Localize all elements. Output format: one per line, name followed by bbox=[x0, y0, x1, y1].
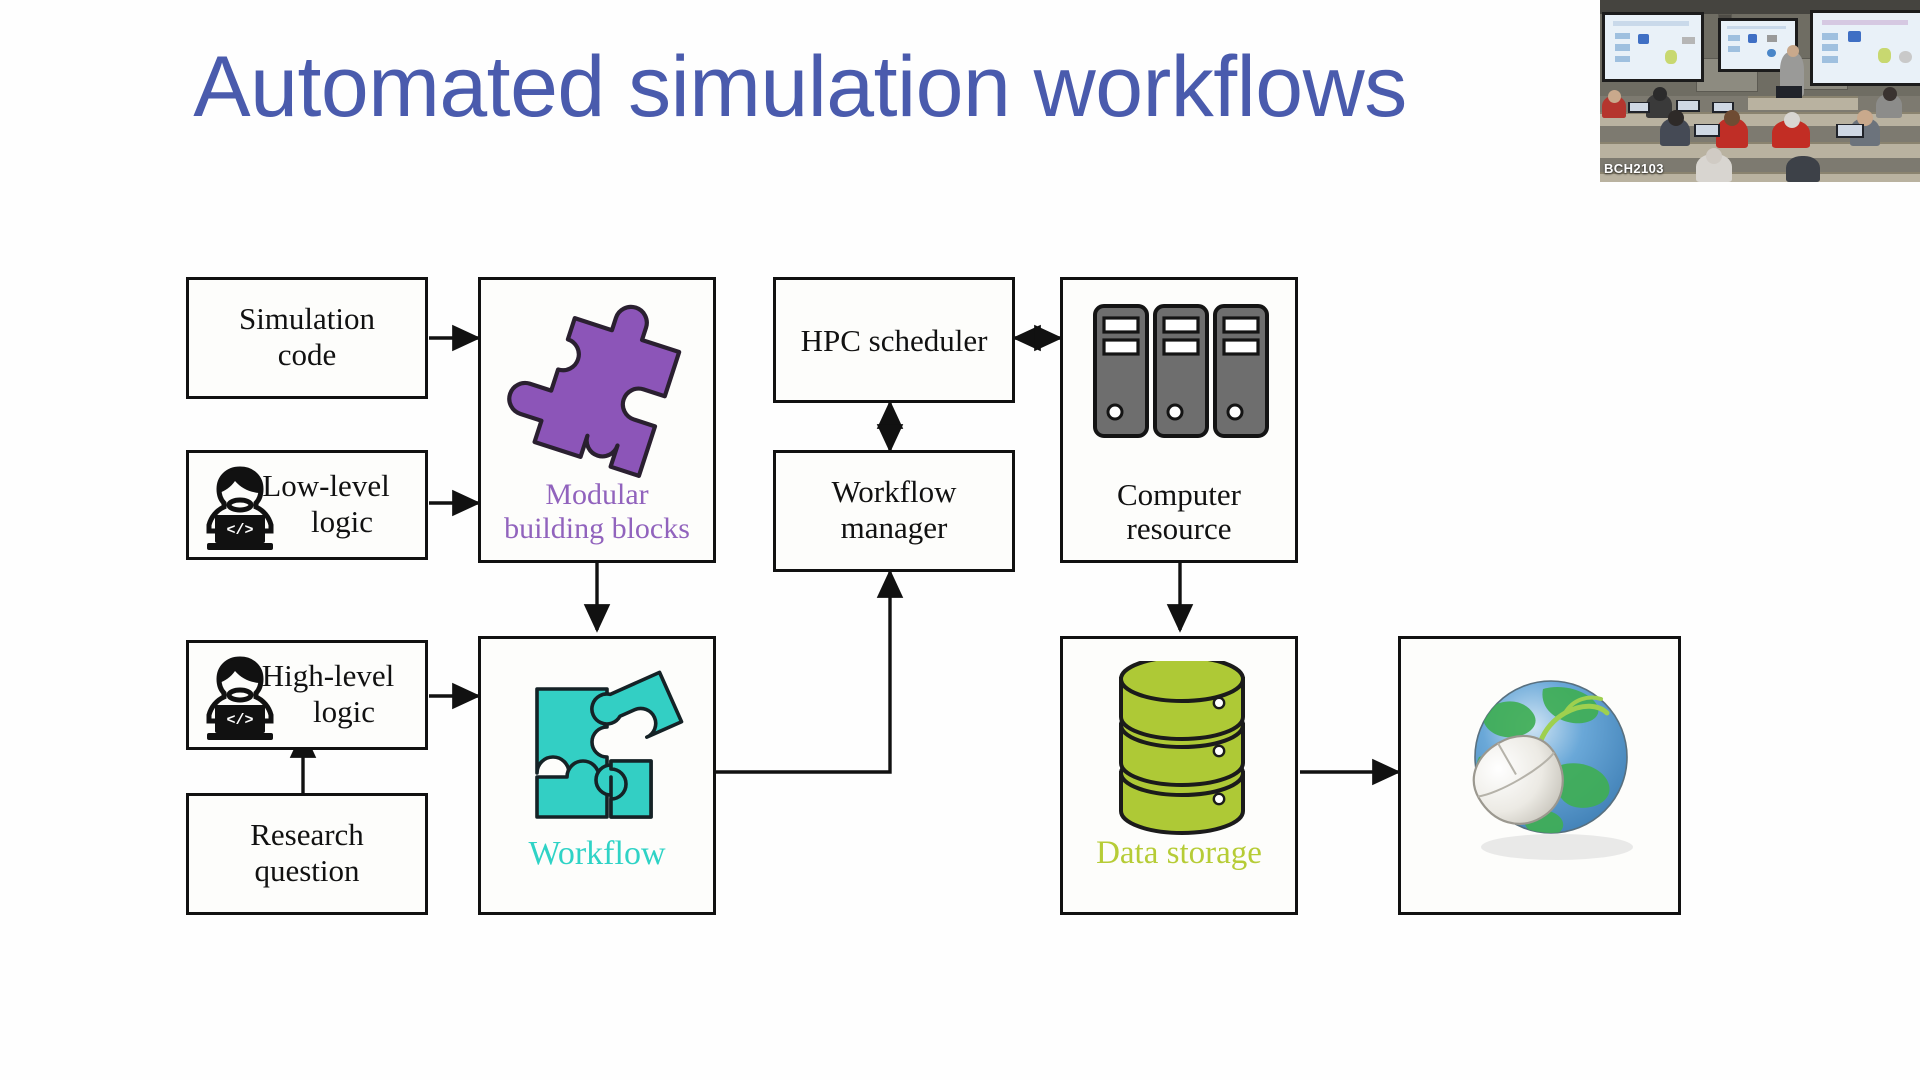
caption-computer-resource-line1: Computer bbox=[1117, 477, 1241, 512]
box-modular-building-blocks[interactable]: Modular building blocks bbox=[478, 277, 716, 563]
box-high-level-logic-label-line2: logic bbox=[313, 694, 375, 729]
database-cylinder-icon bbox=[1119, 661, 1245, 835]
box-research-question-label-line2: question bbox=[254, 853, 360, 888]
workflow-diagram: Simulation code </> Low-level logic </> … bbox=[0, 0, 1920, 1080]
caption-modular-line1: Modular bbox=[545, 478, 649, 511]
box-workflow[interactable]: Workflow bbox=[478, 636, 716, 915]
teal-puzzle-pieces-icon bbox=[535, 670, 684, 819]
box-research-question-label-line1: Research bbox=[250, 817, 364, 852]
box-simulation-code[interactable]: Simulation code bbox=[186, 277, 428, 399]
box-hpc-scheduler-label: HPC scheduler bbox=[800, 323, 988, 358]
slide-canvas: Automated simulation workflows BCH2103 S… bbox=[0, 0, 1920, 1080]
globe-with-mouse-icon bbox=[1472, 680, 1633, 860]
purple-puzzle-piece-icon bbox=[507, 304, 682, 478]
box-workflow-manager-label-line1: Workflow bbox=[831, 474, 957, 509]
box-simulation-code-label-line2: code bbox=[277, 337, 337, 372]
caption-computer-resource-line2: resource bbox=[1126, 511, 1232, 546]
box-high-level-logic-label-line1: High-level bbox=[261, 658, 395, 693]
caption-workflow: Workflow bbox=[528, 835, 666, 872]
server-rack-icon bbox=[1093, 304, 1269, 438]
box-high-level-logic[interactable]: </> High-level logic bbox=[186, 640, 428, 750]
box-low-level-logic-label-line2: logic bbox=[311, 504, 373, 539]
box-workflow-manager-label-line2: manager bbox=[840, 510, 948, 545]
box-computer-resource[interactable]: Computer resource bbox=[1060, 277, 1298, 563]
caption-data-storage: Data storage bbox=[1096, 835, 1262, 871]
caption-modular-line2: building blocks bbox=[504, 512, 690, 545]
box-workflow-manager[interactable]: Workflow manager bbox=[773, 450, 1015, 572]
box-low-level-logic[interactable]: </> Low-level logic bbox=[186, 450, 428, 560]
box-hpc-scheduler[interactable]: HPC scheduler bbox=[773, 277, 1015, 403]
box-web-access[interactable] bbox=[1398, 636, 1681, 915]
box-research-question[interactable]: Research question bbox=[186, 793, 428, 915]
box-low-level-logic-label-line1: Low-level bbox=[262, 468, 390, 503]
box-simulation-code-label-line1: Simulation bbox=[238, 301, 376, 336]
box-data-storage[interactable]: Data storage bbox=[1060, 636, 1298, 915]
